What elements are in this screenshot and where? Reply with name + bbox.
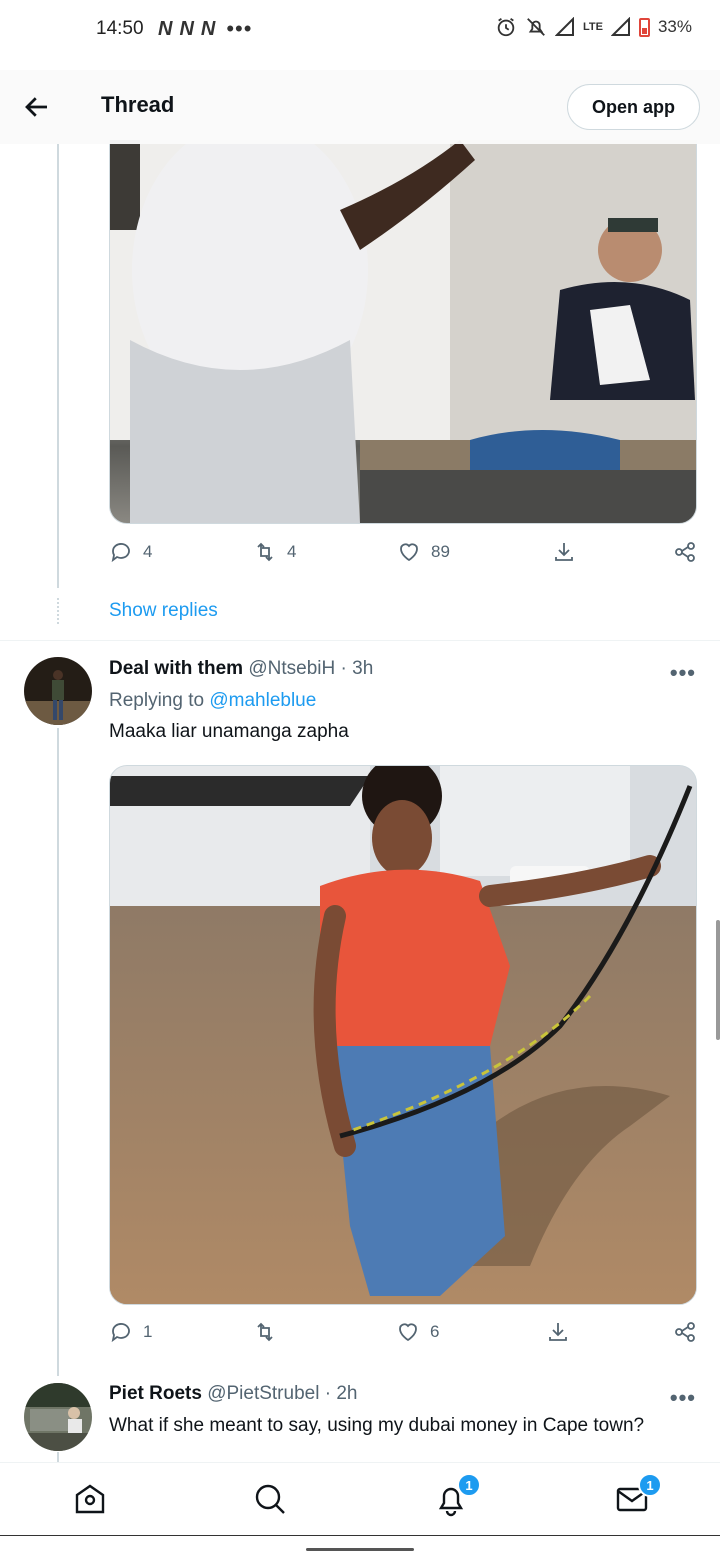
tweet-actions: 1 6 — [109, 1320, 699, 1354]
notification-badge: 1 — [457, 1473, 481, 1497]
share-button[interactable] — [673, 1320, 697, 1344]
heart-icon — [399, 1323, 417, 1342]
nav-messages[interactable]: 1 — [614, 1473, 662, 1517]
reply-icon — [111, 543, 130, 563]
like-button[interactable]: 6 — [396, 1320, 439, 1344]
download-button[interactable] — [546, 1320, 570, 1344]
signal-icon — [610, 17, 630, 36]
tweet-time: · 3h — [340, 658, 374, 679]
heart-icon — [400, 543, 418, 562]
retweet-icon — [257, 1322, 273, 1342]
like-button[interactable]: 89 — [397, 540, 450, 564]
tweet-time: · 2h — [324, 1383, 358, 1404]
divider — [0, 640, 720, 641]
thread-line — [57, 728, 59, 1376]
reply-button[interactable]: 4 — [109, 540, 152, 564]
retweet-button[interactable]: 4 — [253, 540, 296, 564]
signal-icon — [555, 17, 574, 36]
nav-notifications[interactable]: 1 — [433, 1473, 481, 1517]
retweet-count: 4 — [287, 542, 297, 561]
download-icon — [555, 543, 573, 561]
download-icon — [549, 1323, 567, 1341]
retweet-icon — [257, 542, 273, 562]
mute-icon — [527, 18, 545, 36]
carrier-icon: N — [158, 17, 172, 40]
thread-dotted-line — [57, 598, 59, 624]
tweet-text: What if she meant to say, using my dubai… — [109, 1415, 645, 1436]
carrier-icon: N — [179, 17, 193, 40]
tweet-header: Piet Roets @PietStrubel · 2h — [109, 1383, 357, 1405]
download-button[interactable] — [552, 540, 576, 564]
replying-handle-link[interactable]: @mahleblue — [209, 690, 316, 711]
reply-icon — [111, 1323, 130, 1343]
more-notifications-icon: ••• — [226, 16, 253, 41]
arrow-left-icon[interactable] — [22, 92, 52, 122]
reply-count: 4 — [143, 542, 153, 561]
avatar[interactable] — [24, 657, 92, 725]
thread-line — [57, 144, 59, 588]
user-handle[interactable]: @PietStrubel — [207, 1383, 319, 1404]
home-indicator[interactable] — [306, 1548, 414, 1551]
display-name[interactable]: Piet Roets — [109, 1383, 202, 1404]
alarm-icon — [497, 17, 515, 37]
tweet-actions: 4 4 89 — [109, 540, 699, 574]
tweet-image[interactable] — [109, 765, 697, 1305]
share-icon — [675, 542, 695, 562]
nav-search[interactable] — [252, 1481, 288, 1517]
status-right: LTE 33% — [495, 16, 692, 38]
status-bar: 14:50 N N N ••• LTE 33% — [0, 0, 720, 60]
battery-level: 33% — [657, 17, 692, 36]
top-header: Thread Open app — [0, 70, 720, 144]
messages-badge: 1 — [638, 1473, 662, 1497]
replying-prefix: Replying to — [109, 690, 205, 711]
share-button[interactable] — [673, 540, 697, 564]
retweet-button[interactable] — [253, 1320, 287, 1344]
home-icon — [75, 1484, 105, 1514]
more-options-icon[interactable]: ••• — [670, 1385, 696, 1411]
show-replies-link[interactable]: Show replies — [109, 600, 218, 622]
status-time: 14:50 — [96, 18, 144, 39]
search-icon — [255, 1484, 285, 1514]
network-type: LTE — [583, 21, 603, 33]
photo-parking-lot — [110, 766, 696, 1304]
replying-to: Replying to @mahleblue — [109, 690, 316, 712]
scrollbar[interactable] — [716, 920, 720, 1040]
open-app-button[interactable]: Open app — [566, 84, 700, 130]
more-options-icon[interactable]: ••• — [670, 660, 696, 686]
display-name[interactable]: Deal with them — [109, 658, 243, 679]
page-title: Thread — [101, 92, 175, 117]
like-count: 89 — [431, 542, 450, 561]
tweet-header: Deal with them @NtsebiH · 3h — [109, 658, 373, 680]
battery-icon — [638, 17, 650, 37]
avatar[interactable] — [24, 1383, 92, 1451]
reply-count: 1 — [143, 1322, 153, 1341]
like-count: 6 — [430, 1322, 440, 1341]
user-handle[interactable]: @NtsebiH — [248, 658, 335, 679]
nav-home[interactable] — [72, 1481, 108, 1517]
photo-classroom — [110, 140, 696, 523]
share-icon — [675, 1322, 695, 1342]
tweet-text: Maaka liar unamanga zapha — [109, 721, 349, 742]
reply-button[interactable]: 1 — [109, 1320, 152, 1344]
tweet-image[interactable] — [109, 140, 697, 524]
carrier-indicators: N N N ••• — [158, 16, 252, 42]
bottom-navigation: 1 1 — [0, 1462, 720, 1536]
carrier-icon: N — [200, 17, 215, 40]
